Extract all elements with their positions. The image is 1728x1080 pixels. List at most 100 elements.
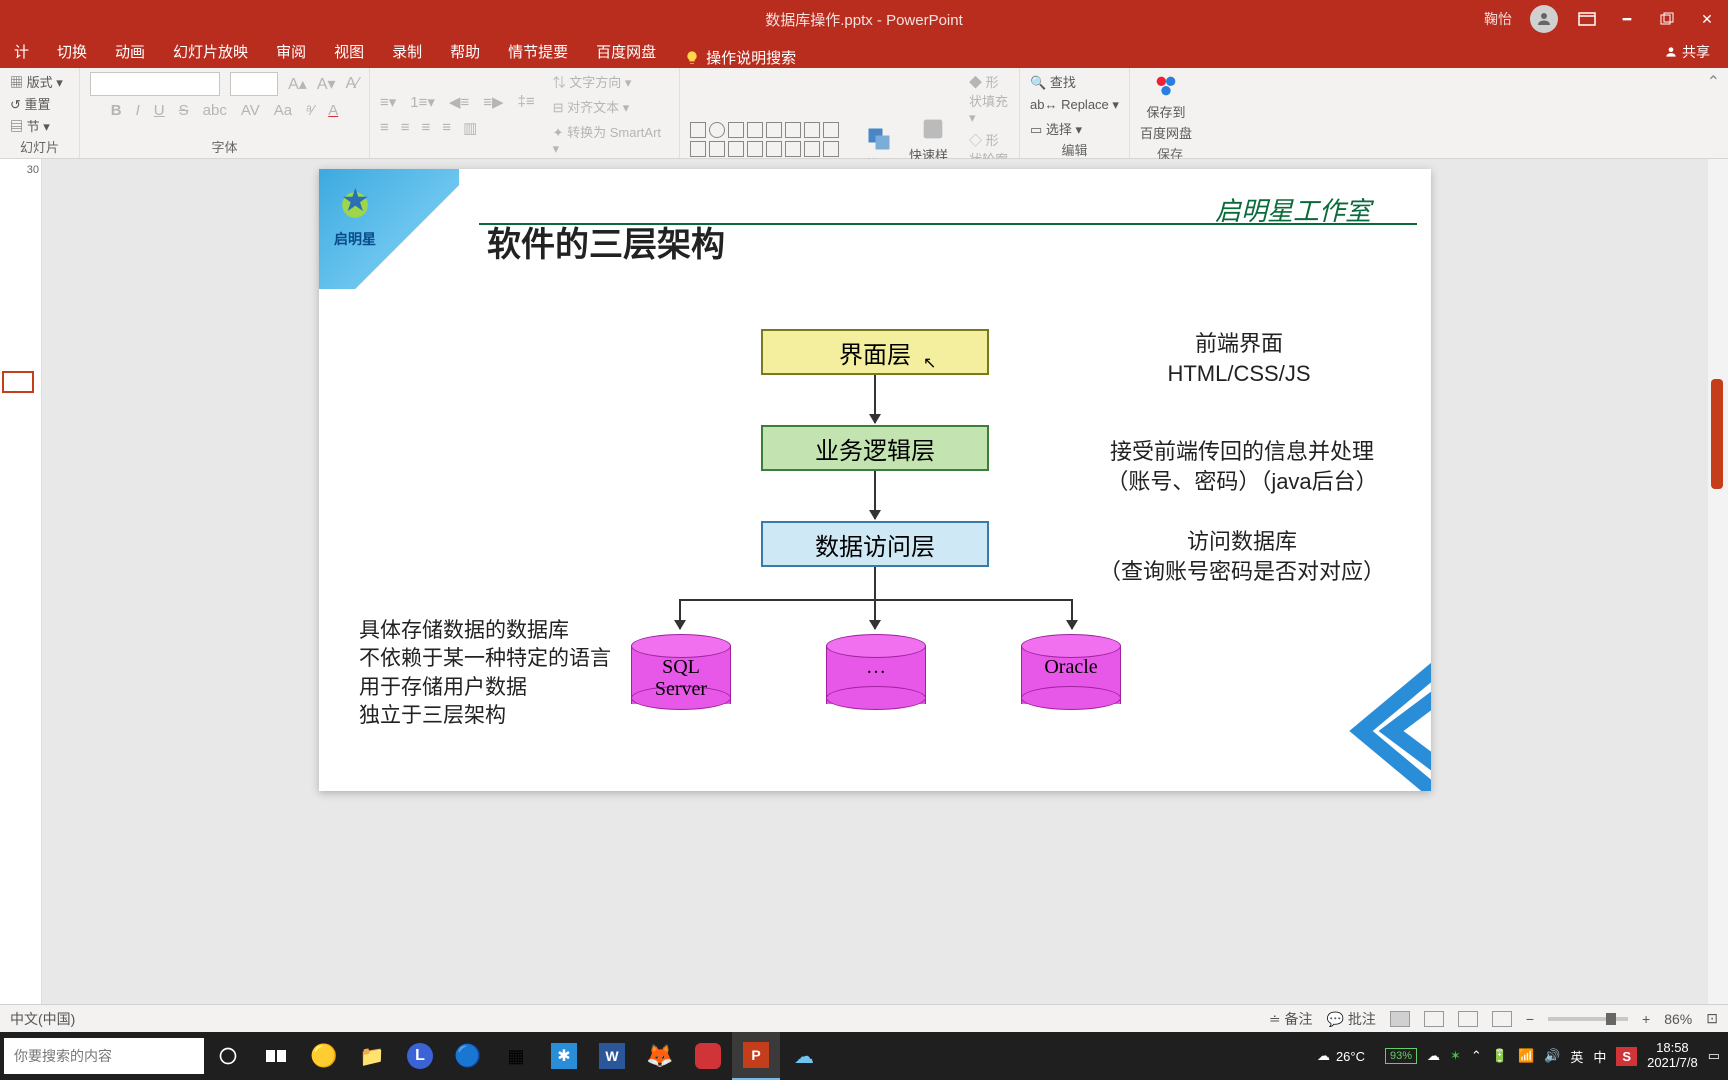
slide-thumbnails[interactable]: 30 xyxy=(0,159,42,1004)
chrome-icon[interactable]: 🟡 xyxy=(300,1032,348,1080)
clock[interactable]: 18:58 2021/7/8 xyxy=(1647,1041,1698,1071)
tray-wechat-icon[interactable]: ✶ xyxy=(1450,1048,1461,1064)
tab-recording[interactable]: 录制 xyxy=(378,35,436,68)
minimize-button[interactable]: ━ xyxy=(1616,8,1638,30)
font-size-input[interactable] xyxy=(230,72,278,96)
close-button[interactable]: ✕ xyxy=(1696,8,1718,30)
change-case-button[interactable]: Aa xyxy=(274,102,292,119)
italic-button[interactable]: I xyxy=(136,102,140,119)
fit-window-icon[interactable]: ⊡ xyxy=(1706,1010,1718,1027)
weather-widget[interactable]: ☁ 26°C xyxy=(1307,1048,1375,1064)
line-spacing-icon[interactable]: ‡≡ xyxy=(518,93,535,110)
db-sqlserver[interactable]: SQL Server xyxy=(631,634,731,710)
view-reading-icon[interactable] xyxy=(1458,1011,1478,1027)
strike-button[interactable]: S xyxy=(179,102,189,119)
notifications-icon[interactable]: ▭ xyxy=(1708,1048,1720,1064)
battery-status[interactable]: 93% xyxy=(1385,1048,1417,1064)
taskbar-search[interactable]: 你要搜索的内容 xyxy=(4,1038,204,1074)
app-l-icon[interactable]: L xyxy=(396,1032,444,1080)
font-color-button[interactable]: A xyxy=(328,102,338,119)
decrease-font-icon[interactable]: A▾ xyxy=(317,74,336,94)
tray-wifi-icon[interactable]: 📶 xyxy=(1518,1048,1534,1064)
share-button[interactable]: 共享 xyxy=(1664,42,1710,62)
layout-button[interactable]: ▦ 版式 ▾ xyxy=(10,72,63,91)
zoom-percent[interactable]: 86% xyxy=(1664,1011,1692,1027)
powerpoint-icon[interactable]: P xyxy=(732,1032,780,1080)
taskview-icon[interactable] xyxy=(252,1032,300,1080)
clear-format-icon[interactable]: A⁄ xyxy=(346,75,359,93)
tab-design[interactable]: 计 xyxy=(0,35,43,68)
notes-button[interactable]: ≐ 备注 xyxy=(1269,1009,1313,1029)
tab-slideshow[interactable]: 幻灯片放映 xyxy=(159,35,262,68)
section-button[interactable]: ▤ 节 ▾ xyxy=(10,116,63,135)
scrollbar-thumb[interactable] xyxy=(1711,379,1723,489)
align-center-icon[interactable]: ≡ xyxy=(401,119,410,136)
indent-less-icon[interactable]: ◀≡ xyxy=(449,93,469,111)
justify-icon[interactable]: ≡ xyxy=(442,119,451,136)
zoom-in-button[interactable]: + xyxy=(1642,1011,1650,1027)
align-right-icon[interactable]: ≡ xyxy=(422,119,431,136)
bold-button[interactable]: B xyxy=(111,102,122,119)
start-button[interactable] xyxy=(204,1032,252,1080)
replace-button[interactable]: ab↔ Replace ▾ xyxy=(1030,97,1119,113)
app-cloud-icon[interactable]: ☁ xyxy=(780,1032,828,1080)
increase-font-icon[interactable]: A▴ xyxy=(288,74,307,94)
align-text-button[interactable]: ⊟ 对齐文本 ▾ xyxy=(553,97,669,116)
layer-ui-box[interactable]: 界面层 xyxy=(761,329,989,375)
user-avatar[interactable] xyxy=(1530,5,1558,33)
tab-animations[interactable]: 动画 xyxy=(101,35,159,68)
comments-button[interactable]: 💬 批注 xyxy=(1327,1009,1376,1029)
collapse-ribbon-icon[interactable]: ⌃ xyxy=(1707,72,1720,92)
selected-thumbnail[interactable] xyxy=(2,371,34,393)
firefox-icon[interactable]: 🦊 xyxy=(636,1032,684,1080)
underline-button[interactable]: U xyxy=(154,102,165,119)
tab-review[interactable]: 审阅 xyxy=(262,35,320,68)
slide-canvas[interactable]: 启明星 启明星工作室 软件的三层架构 界面层 业务逻辑层 数据访问层 SQL S… xyxy=(319,169,1431,791)
tray-battery-icon[interactable]: 🔋 xyxy=(1492,1048,1508,1064)
tab-view[interactable]: 视图 xyxy=(320,35,378,68)
tell-me[interactable]: 操作说明搜索 xyxy=(684,47,796,68)
shape-fill-button[interactable]: ◆ 形状填充 ▾ xyxy=(969,72,1009,126)
find-button[interactable]: 🔍 查找 xyxy=(1030,72,1119,91)
save-baidu-button[interactable]: 保存到 百度网盘 xyxy=(1140,72,1192,142)
view-sorter-icon[interactable] xyxy=(1424,1011,1444,1027)
text-direction-button[interactable]: ⇅ 文字方向 ▾ xyxy=(553,72,669,91)
app-grid-icon[interactable]: ▦ xyxy=(492,1032,540,1080)
ribbon-display-icon[interactable] xyxy=(1576,8,1598,30)
char-spacing-button[interactable]: AV xyxy=(241,102,260,119)
zoom-out-button[interactable]: − xyxy=(1526,1011,1534,1027)
app-red-icon[interactable] xyxy=(684,1032,732,1080)
view-slideshow-icon[interactable] xyxy=(1492,1011,1512,1027)
indent-more-icon[interactable]: ≡▶ xyxy=(483,93,503,111)
edge-icon[interactable]: 🔵 xyxy=(444,1032,492,1080)
columns-icon[interactable]: ▥ xyxy=(463,119,477,137)
tray-sound-icon[interactable]: 🔊 xyxy=(1544,1048,1560,1064)
tab-transitions[interactable]: 切换 xyxy=(43,35,101,68)
explorer-icon[interactable]: 📁 xyxy=(348,1032,396,1080)
tab-help[interactable]: 帮助 xyxy=(436,35,494,68)
tray-cloud-icon[interactable]: ☁ xyxy=(1427,1048,1440,1064)
align-left-icon[interactable]: ≡ xyxy=(380,119,389,136)
tab-storyboard[interactable]: 情节提要 xyxy=(494,35,582,68)
maximize-button[interactable] xyxy=(1656,8,1678,30)
layer-logic-box[interactable]: 业务逻辑层 xyxy=(761,425,989,471)
convert-smartart-button[interactable]: ✦ 转换为 SmartArt ▾ xyxy=(553,122,669,157)
select-button[interactable]: ▭ 选择 ▾ xyxy=(1030,119,1119,138)
reset-button[interactable]: ↺ 重置 xyxy=(10,94,63,113)
font-family-input[interactable] xyxy=(90,72,220,96)
language-status[interactable]: 中文(中国) xyxy=(10,1009,75,1029)
word-icon[interactable]: W xyxy=(588,1032,636,1080)
vertical-scrollbar[interactable] xyxy=(1708,159,1728,1004)
ime-sogou-icon[interactable]: S xyxy=(1616,1047,1637,1066)
tab-baidu[interactable]: 百度网盘 xyxy=(582,35,670,68)
db-oracle[interactable]: Oracle xyxy=(1021,634,1121,710)
app-star-icon[interactable]: ✱ xyxy=(540,1032,588,1080)
highlight-button[interactable]: ᵃ⁄ xyxy=(306,102,314,119)
view-normal-icon[interactable] xyxy=(1390,1011,1410,1027)
bullets-icon[interactable]: ≡▾ xyxy=(380,93,396,111)
db-ellipsis[interactable]: … xyxy=(826,634,926,710)
zoom-slider[interactable] xyxy=(1548,1017,1628,1021)
layer-data-box[interactable]: 数据访问层 xyxy=(761,521,989,567)
shadow-button[interactable]: abc xyxy=(203,102,227,119)
ime-lang1[interactable]: 英 xyxy=(1570,1047,1583,1066)
